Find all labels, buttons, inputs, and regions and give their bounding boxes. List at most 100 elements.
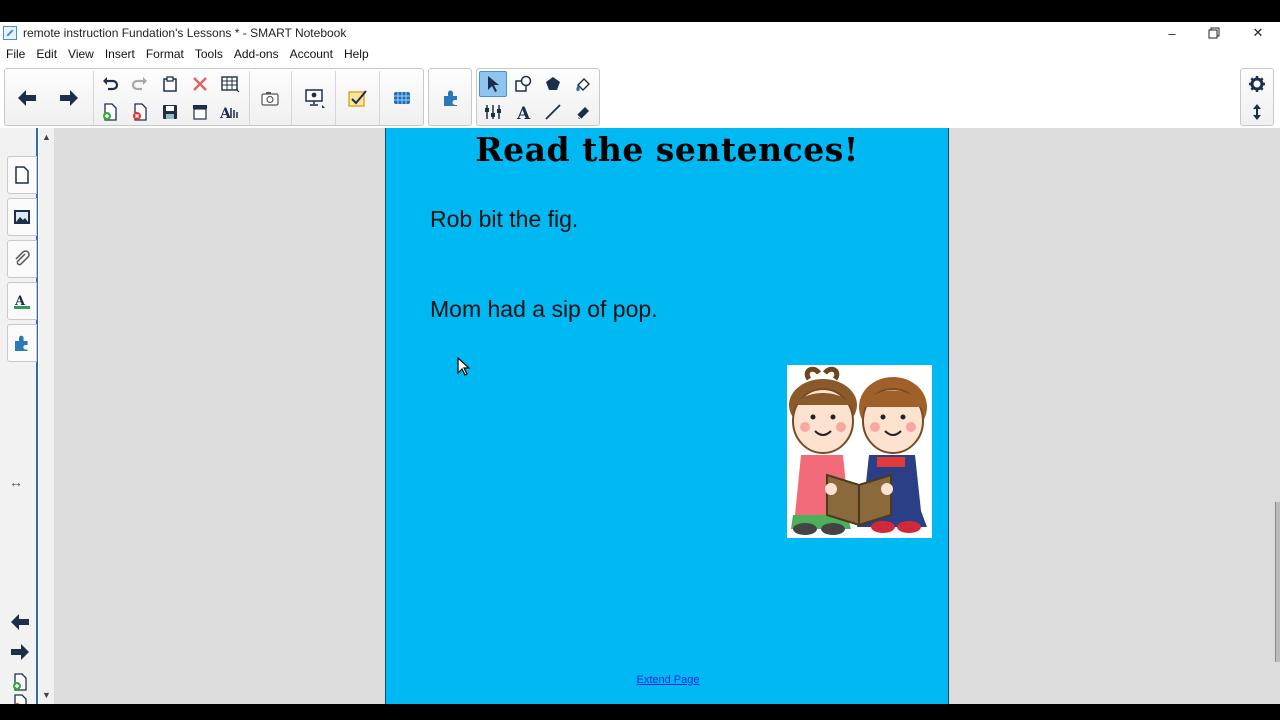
add-page-icon [13,673,27,691]
right-edge-scrollbar[interactable] [1275,502,1280,662]
properties-icon: A [14,294,30,309]
delete-button[interactable] [187,71,213,97]
spelling-button[interactable]: A [217,99,243,125]
display-icon [305,89,325,108]
screen-shade-icon [193,105,207,120]
page-sorter-tab[interactable] [7,156,37,194]
sidebar-delete-page-button[interactable] [8,694,32,704]
menu-bar: File Edit View Insert Format Tools Add-o… [0,44,1280,64]
capture-button[interactable] [255,83,285,113]
sidebar-add-page-button[interactable] [8,670,32,694]
response-icon [348,90,367,107]
restore-button[interactable] [1192,22,1236,44]
menu-tools[interactable]: Tools [189,47,228,61]
addons-tab[interactable] [7,324,37,362]
insert-table-button[interactable] [217,71,243,97]
add-page-button[interactable] [97,99,123,125]
addons-button[interactable] [435,83,467,113]
shapes-icon [515,75,532,92]
menu-insert[interactable]: Insert [99,47,140,61]
minimize-button[interactable]: – [1150,22,1194,44]
forward-arrow-icon [60,90,78,106]
properties-icon [485,105,501,119]
attachments-tab[interactable] [7,240,37,278]
add-page-icon [103,103,117,121]
toolbar-separator [93,71,94,125]
scroll-up-arrow-icon[interactable]: ▲ [39,130,54,144]
undo-icon [103,77,119,91]
menu-edit[interactable]: Edit [30,47,62,61]
delete-page-button[interactable] [127,99,153,125]
menu-addons[interactable]: Add-ons [228,47,284,61]
properties-tool-button[interactable] [479,99,507,125]
save-icon [163,105,177,119]
toolbar-separator [379,71,380,125]
undo-button[interactable] [97,71,123,97]
toolbar-position-button[interactable] [1243,99,1271,125]
screen-top-border [0,0,1280,22]
toolbar-separator [249,71,250,125]
children-reading-image[interactable] [787,365,932,538]
display-screen-button[interactable] [297,83,331,113]
toolbar: A A [0,64,1280,128]
delete-page-icon [14,694,27,704]
eraser-tool-button[interactable] [569,99,597,125]
close-button[interactable]: ✕ [1236,22,1280,44]
paste-button[interactable] [157,71,183,97]
sidebar-next-page-button[interactable] [8,640,32,664]
delete-icon [193,77,207,91]
line-tool-button[interactable] [539,99,567,125]
settings-icon [1249,76,1265,92]
document-camera-icon [394,92,410,104]
screen-shade-button[interactable] [187,99,213,125]
text-icon: A [516,104,531,121]
screen-bottom-border [0,704,1280,720]
smart-notebook-app-icon [3,26,17,40]
gallery-icon [14,210,30,224]
redo-button[interactable] [127,71,153,97]
addons-icon [15,335,28,351]
menu-format[interactable]: Format [140,47,189,61]
sidebar-resize-handle[interactable]: ↔ [9,474,23,490]
capture-icon [261,92,279,106]
svg-text:A: A [219,106,232,121]
extend-page-link[interactable]: Extend Page [386,674,950,686]
back-arrow-icon [11,614,29,630]
vertical-scrollbar[interactable]: ▲ ▼ [39,128,54,704]
line-icon [545,104,561,120]
shapes-tool-button[interactable] [509,71,537,97]
toolbar-separator [335,71,336,125]
smart-notebook-window: remote instruction Fundation's Lessons *… [0,22,1280,704]
menu-file[interactable]: File [0,47,30,61]
page-title[interactable]: Read the sentences! [386,130,948,169]
settings-button[interactable] [1243,71,1271,97]
sentence-1[interactable]: Rob bit the fig. [430,206,578,233]
toolbar-drawing-group: A [476,68,600,126]
sidebar-previous-page-button[interactable] [8,610,32,634]
redo-icon [131,77,147,91]
previous-page-button[interactable] [11,83,43,113]
scroll-down-arrow-icon[interactable]: ▼ [39,688,54,702]
fill-tool-button[interactable] [569,71,597,97]
response-button[interactable] [341,83,375,113]
document-camera-button[interactable] [385,83,419,113]
select-tool-button[interactable] [479,71,507,97]
table-icon [221,76,240,93]
next-page-button[interactable] [53,83,85,113]
canvas-workspace: Read the sentences! Rob bit the fig. Mom… [54,128,1280,704]
children-reading-clipart [789,366,927,535]
sidebar: A ↔ [0,128,38,704]
gallery-tab[interactable] [7,198,37,236]
notebook-page[interactable]: Read the sentences! Rob bit the fig. Mom… [385,128,949,704]
polygon-tool-button[interactable] [539,71,567,97]
page-sorter-icon [15,166,29,184]
restore-icon [1208,27,1220,39]
menu-help[interactable]: Help [338,47,374,61]
text-tool-button[interactable]: A [509,99,537,125]
mouse-cursor-icon [457,357,471,376]
menu-view[interactable]: View [62,47,99,61]
sentence-2[interactable]: Mom had a sip of pop. [430,296,658,323]
properties-tab[interactable]: A [7,282,37,320]
menu-account[interactable]: Account [284,47,338,61]
save-button[interactable] [157,99,183,125]
